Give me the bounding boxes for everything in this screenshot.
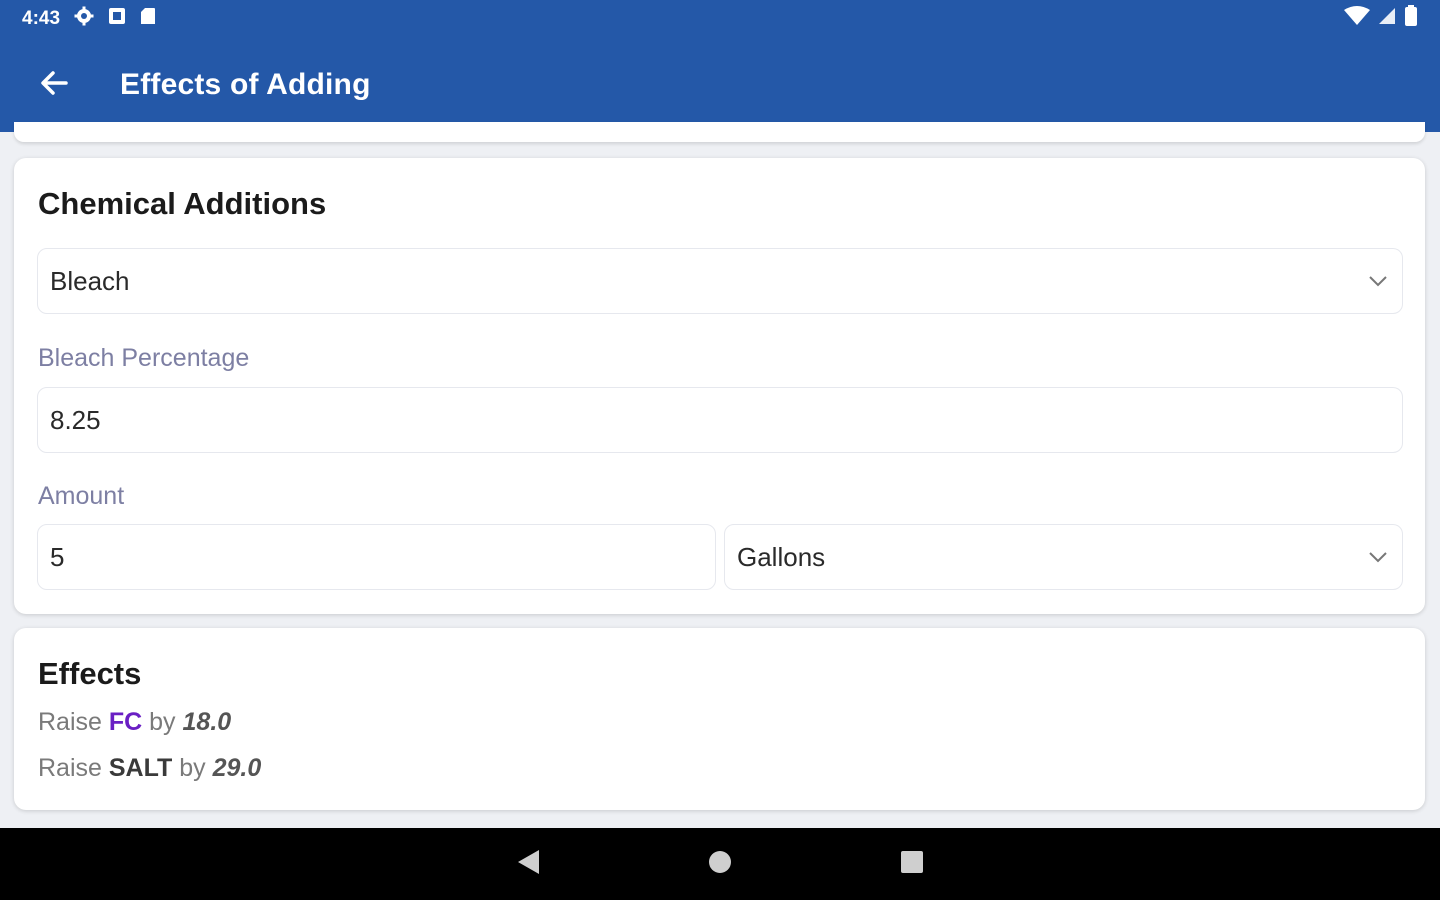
system-nav-bar <box>0 828 1440 900</box>
effects-title: Effects <box>38 656 142 691</box>
effects-card: Effects Raise FC by 18.0 Raise SALT by 2… <box>14 628 1425 810</box>
chemical-select[interactable]: Bleach <box>37 248 1403 314</box>
amount-value: 5 <box>50 541 65 572</box>
nav-home-button[interactable] <box>704 848 736 880</box>
toolbar: Effects of Adding <box>0 38 1440 132</box>
effect-verb: Raise <box>38 754 102 782</box>
effect-amount: 29.0 <box>212 754 262 782</box>
notification-icon <box>108 7 126 31</box>
chemical-select-value: Bleach <box>50 265 130 296</box>
effect-chemical: SALT <box>108 754 173 782</box>
effect-item: Raise FC by 18.0 <box>38 708 231 737</box>
unit-select-value: Gallons <box>737 541 826 572</box>
nav-recents-button[interactable] <box>896 848 928 880</box>
chevron-down-icon <box>1366 545 1390 569</box>
recents-square-icon <box>899 849 925 880</box>
content-area[interactable]: Chemical Additions Bleach Bleach Percent… <box>0 122 1440 828</box>
status-time: 4:43 <box>22 8 61 29</box>
battery-icon <box>1404 5 1418 33</box>
arrow-left-icon <box>39 68 69 103</box>
app-bar: 4:43 Effects of Adding <box>0 0 1440 132</box>
chevron-down-icon <box>1366 269 1390 293</box>
gear-icon <box>74 6 94 32</box>
effect-verb: Raise <box>38 708 102 736</box>
chemical-additions-card: Chemical Additions Bleach Bleach Percent… <box>14 158 1425 614</box>
back-button[interactable] <box>22 53 86 117</box>
effect-chemical: FC <box>108 708 143 736</box>
chemical-additions-title: Chemical Additions <box>38 186 327 221</box>
amount-input[interactable]: 5 <box>37 524 716 590</box>
signal-icon <box>1378 7 1396 31</box>
home-circle-icon <box>707 849 733 880</box>
sd-card-icon <box>140 7 156 31</box>
back-triangle-icon <box>515 848 541 881</box>
nav-back-button[interactable] <box>512 848 544 880</box>
amount-label: Amount <box>38 482 125 510</box>
unit-select[interactable]: Gallons <box>724 524 1403 590</box>
wifi-icon <box>1344 6 1370 32</box>
effect-item: Raise SALT by 29.0 <box>38 754 261 783</box>
bleach-percentage-label: Bleach Percentage <box>38 344 250 372</box>
effect-by: by <box>149 708 176 736</box>
status-bar: 4:43 <box>0 0 1440 38</box>
page-title: Effects of Adding <box>120 68 371 101</box>
effect-by: by <box>179 754 206 782</box>
previous-card-edge <box>14 122 1425 142</box>
bleach-percentage-input[interactable]: 8.25 <box>37 387 1403 453</box>
effect-amount: 18.0 <box>182 708 232 736</box>
bleach-percentage-value: 8.25 <box>50 404 101 435</box>
